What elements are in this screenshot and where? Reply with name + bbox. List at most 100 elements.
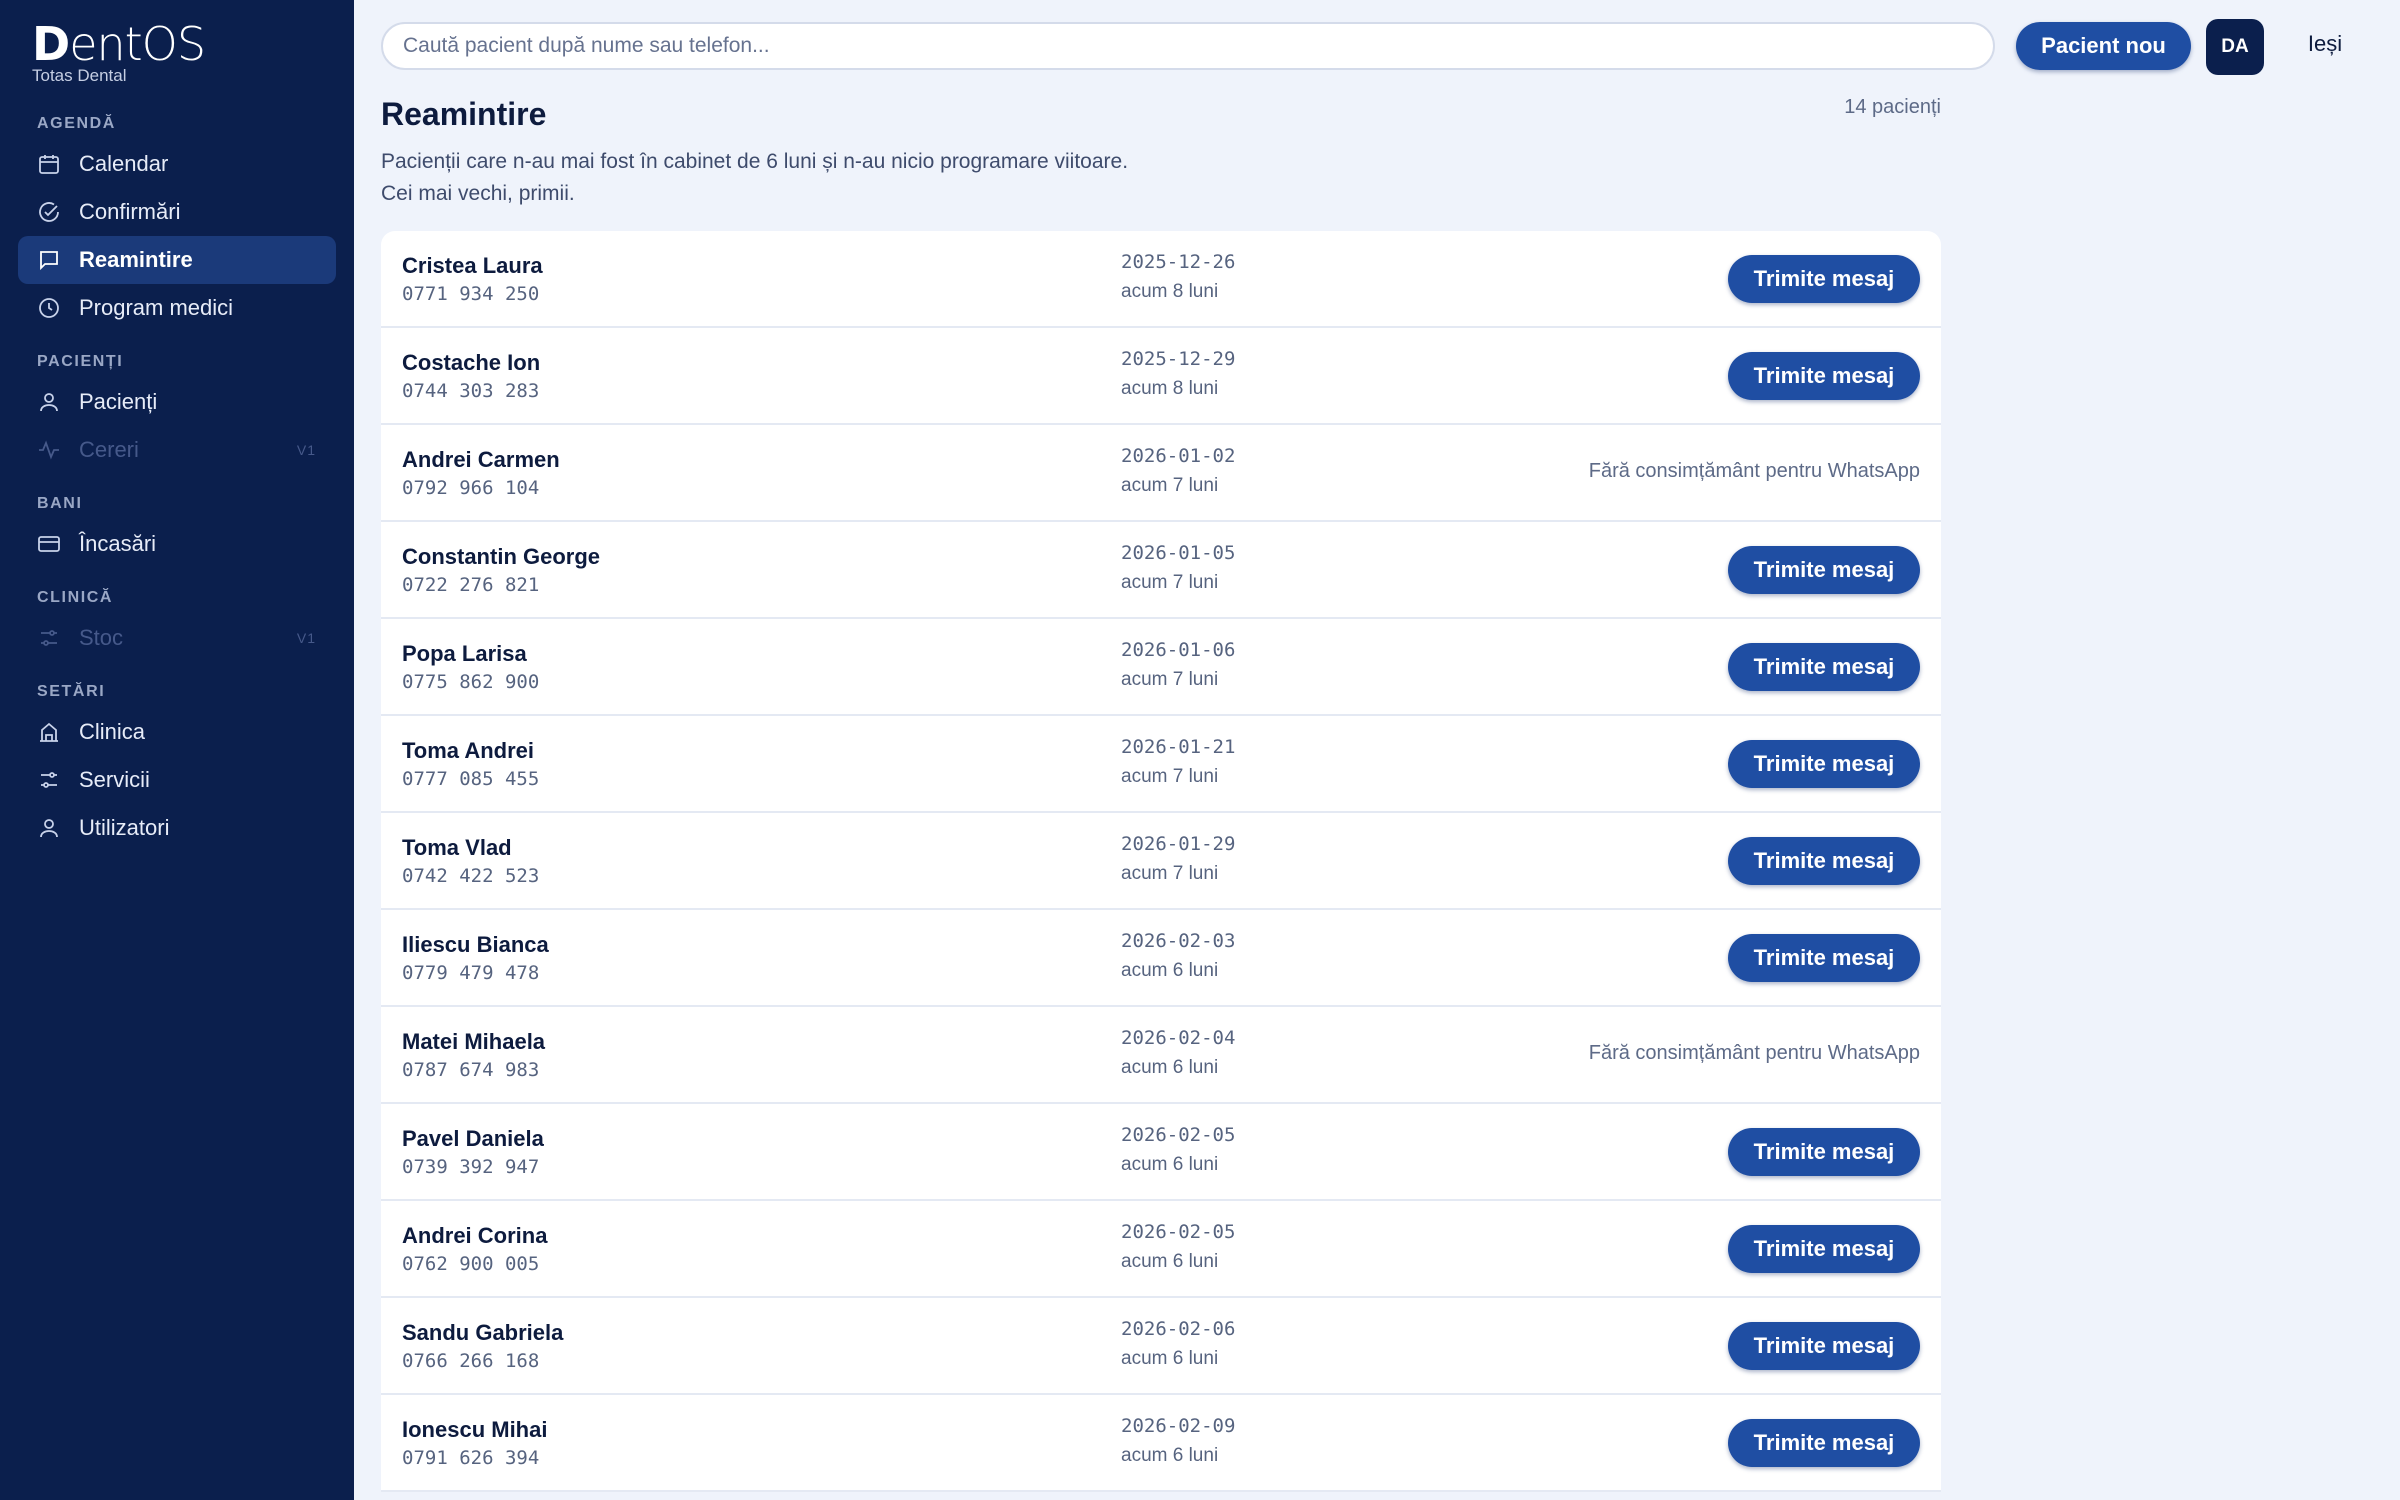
sidebar-item-calendar[interactable]: Calendar xyxy=(18,140,336,188)
brand: DentOS Totas Dental xyxy=(32,17,206,86)
last-visit-date: 2026-01-21 xyxy=(1121,736,1236,758)
patient-phone: 0787 674 983 xyxy=(402,1059,540,1081)
table-row: Sandu Gabriela 0766 266 168 2026-02-06 acum… xyxy=(381,1298,1941,1395)
patient-name[interactable]: Sandu Gabriela xyxy=(402,1320,563,1346)
new-patient-button[interactable]: Pacient nou xyxy=(2016,22,2191,70)
sidebar-item-incasari[interactable]: Încasări xyxy=(18,520,336,568)
sidebar-item-label: Program medici xyxy=(79,295,234,320)
patient-count: 14 pacienți xyxy=(1844,96,1941,118)
send-message-button[interactable]: Trimite mesaj xyxy=(1728,1419,1920,1467)
sidebar-item-label: Clinica xyxy=(79,719,146,744)
last-visit-ago: acum 7 luni xyxy=(1121,572,1219,593)
table-row: Constantin George 0722 276 821 2026-01-05 a… xyxy=(381,522,1941,619)
patient-name[interactable]: Iliescu Bianca xyxy=(402,932,549,958)
send-message-button[interactable]: Trimite mesaj xyxy=(1728,1225,1920,1273)
last-visit-date: 2026-02-05 xyxy=(1121,1221,1236,1243)
table-row: Toma Vlad 0742 422 523 2026-01-29 acum 7 lu… xyxy=(381,813,1941,910)
last-visit-ago: acum 8 luni xyxy=(1121,378,1219,399)
sidebar-item-utilizatori[interactable]: Utilizatori xyxy=(18,804,336,852)
patient-name[interactable]: Cristea Laura xyxy=(402,253,543,279)
patient-phone: 0791 626 394 xyxy=(402,1447,540,1469)
patient-name[interactable]: Constantin George xyxy=(402,544,600,570)
last-visit-date: 2025-12-26 xyxy=(1121,251,1236,273)
last-visit-date: 2026-02-06 xyxy=(1121,1318,1236,1340)
send-message-button[interactable]: Trimite mesaj xyxy=(1728,740,1920,788)
patient-name[interactable]: Andrei Corina xyxy=(402,1223,547,1249)
patient-name[interactable]: Toma Andrei xyxy=(402,738,534,764)
patient-name[interactable]: Andrei Carmen xyxy=(402,447,560,473)
search-input[interactable] xyxy=(381,22,1995,70)
send-message-button[interactable]: Trimite mesaj xyxy=(1728,837,1920,885)
sidebar-item-program-medici[interactable]: Program medici xyxy=(18,284,336,332)
patient-phone: 0722 276 821 xyxy=(402,574,540,596)
last-visit-ago: acum 6 luni xyxy=(1121,960,1219,981)
sidebar-item-servicii[interactable]: Servicii xyxy=(18,756,336,804)
sidebar-item-reamintire[interactable]: Reamintire xyxy=(18,236,336,284)
last-visit-ago: acum 6 luni xyxy=(1121,1057,1219,1078)
last-visit-ago: acum 6 luni xyxy=(1121,1251,1219,1272)
message-icon xyxy=(37,248,61,272)
sidebar-item-label: Încasări xyxy=(79,531,157,556)
patient-phone: 0766 266 168 xyxy=(402,1350,540,1372)
last-visit-ago: acum 7 luni xyxy=(1121,863,1219,884)
table-row: Iliescu Bianca 0779 479 478 2026-02-03 acum… xyxy=(381,910,1941,1007)
patient-name[interactable]: Ionescu Mihai xyxy=(402,1417,547,1443)
sidebar-item-stoc: Stoc V1 xyxy=(18,614,336,662)
table-row: Cristea Laura 0771 934 250 2025-12-26 acum … xyxy=(381,231,1941,328)
nav-section-bani: BANI xyxy=(37,495,83,512)
send-message-button[interactable]: Trimite mesaj xyxy=(1728,255,1920,303)
version-tag: V1 xyxy=(296,630,316,646)
table-row: Costache Ion 0744 303 283 2025-12-29 acum 8… xyxy=(381,328,1941,425)
sidebar-item-label: Servicii xyxy=(79,767,150,792)
last-visit-date: 2026-02-09 xyxy=(1121,1415,1236,1437)
patient-name[interactable]: Matei Mihaela xyxy=(402,1029,545,1055)
sidebar-item-label: Calendar xyxy=(79,151,169,176)
table-row: Ionescu Mihai 0791 626 394 2026-02-09 acum … xyxy=(381,1395,1941,1492)
user-icon xyxy=(37,390,61,414)
patient-name[interactable]: Pavel Daniela xyxy=(402,1126,544,1152)
nav-section-clinica: CLINICĂ xyxy=(37,589,114,606)
user-icon xyxy=(37,816,61,840)
table-row: Matei Mihaela 0787 674 983 2026-02-04 acum … xyxy=(381,1007,1941,1104)
nav-section-agenda: AGENDĂ xyxy=(37,115,116,132)
sidebar-nav: AGENDĂ Calendar Confirmări Reamintire Pr… xyxy=(18,108,336,852)
last-visit-date: 2026-01-29 xyxy=(1121,833,1236,855)
brand-logo: DentOS xyxy=(32,17,206,71)
sidebar-item-clinica[interactable]: Clinica xyxy=(18,708,336,756)
sidebar-item-label: Cereri xyxy=(79,437,139,462)
last-visit-ago: acum 6 luni xyxy=(1121,1348,1219,1369)
send-message-button[interactable]: Trimite mesaj xyxy=(1728,1322,1920,1370)
sidebar-item-label: Utilizatori xyxy=(79,815,170,840)
version-tag: V1 xyxy=(296,442,316,458)
sidebar-item-confirmari[interactable]: Confirmări xyxy=(18,188,336,236)
page-description: Pacienții care n-au mai fost în cabinet … xyxy=(381,146,1128,210)
sidebar-item-label: Stoc xyxy=(79,625,124,650)
last-visit-ago: acum 7 luni xyxy=(1121,475,1219,496)
send-message-button[interactable]: Trimite mesaj xyxy=(1728,643,1920,691)
patient-phone: 0775 862 900 xyxy=(402,671,540,693)
send-message-button[interactable]: Trimite mesaj xyxy=(1728,352,1920,400)
send-message-button[interactable]: Trimite mesaj xyxy=(1728,1128,1920,1176)
sidebar-item-cereri: Cereri V1 xyxy=(18,426,336,474)
patient-phone: 0762 900 005 xyxy=(402,1253,540,1275)
sidebar-item-pacienti[interactable]: Pacienți xyxy=(18,378,336,426)
patient-phone: 0742 422 523 xyxy=(402,865,540,887)
calendar-icon xyxy=(37,152,61,176)
last-visit-ago: acum 6 luni xyxy=(1121,1154,1219,1175)
patient-name[interactable]: Toma Vlad xyxy=(402,835,512,861)
patient-phone: 0777 085 455 xyxy=(402,768,540,790)
send-message-button[interactable]: Trimite mesaj xyxy=(1728,546,1920,594)
description-line: Pacienții care n-au mai fost în cabinet … xyxy=(381,150,1129,173)
avatar[interactable]: DA xyxy=(2206,19,2264,75)
logout-button[interactable]: Ieși xyxy=(2290,31,2360,57)
patient-phone: 0771 934 250 xyxy=(402,283,540,305)
last-visit-date: 2026-01-05 xyxy=(1121,542,1236,564)
sliders-icon xyxy=(37,626,61,650)
patient-name[interactable]: Costache Ion xyxy=(402,350,540,376)
page-title: Reamintire xyxy=(381,96,547,132)
patient-name[interactable]: Popa Larisa xyxy=(402,641,527,667)
send-message-button[interactable]: Trimite mesaj xyxy=(1728,934,1920,982)
description-line: Cei mai vechi, primii. xyxy=(381,182,575,205)
building-icon xyxy=(37,720,61,744)
patient-list: Cristea Laura 0771 934 250 2025-12-26 acum … xyxy=(381,231,1941,1492)
